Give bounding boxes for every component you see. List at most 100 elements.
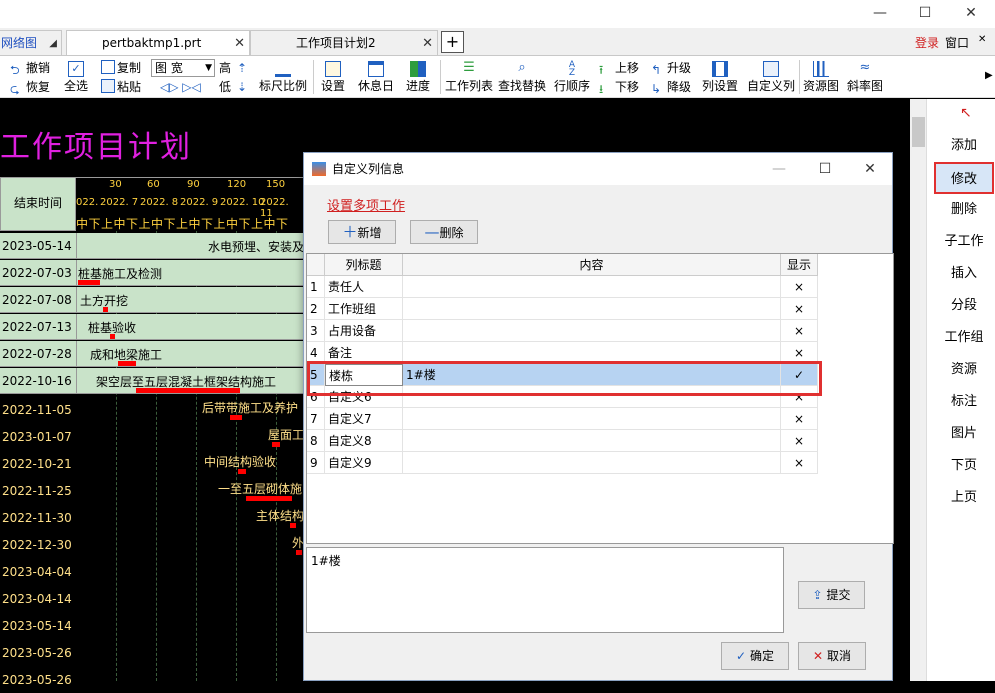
content-edit-area[interactable]: 1#楼 bbox=[306, 547, 784, 633]
vertical-scrollbar[interactable] bbox=[910, 99, 927, 681]
gantt-row[interactable]: 2023-01-07 屋面工 bbox=[0, 424, 304, 450]
gantt-row[interactable]: 2023-05-26 bbox=[0, 667, 304, 693]
row-content-cell[interactable] bbox=[403, 298, 781, 320]
column-settings-button[interactable]: 列设置 bbox=[700, 61, 740, 93]
undo-button[interactable]: ⮌ 撤销 bbox=[10, 60, 50, 77]
tab-file-close-icon[interactable]: ✕ bbox=[234, 31, 245, 56]
row-show-cell[interactable]: × bbox=[781, 276, 818, 298]
dialog-close-button[interactable]: ✕ bbox=[847, 153, 893, 185]
move-up-button[interactable]: ⭱ 上移 bbox=[599, 60, 639, 77]
tab-plan[interactable]: 工作项目计划2 ✕ bbox=[250, 30, 438, 55]
gantt-row[interactable]: 2022-10-21 中间结构验收 bbox=[0, 451, 304, 477]
maximize-button[interactable]: ☐ bbox=[903, 2, 947, 24]
work-list-button[interactable]: ☰ 工作列表 bbox=[444, 61, 494, 94]
login-link[interactable]: 登录 bbox=[915, 34, 939, 51]
end-time-column-header[interactable]: 结束时间 bbox=[0, 177, 76, 231]
row-title-cell[interactable]: 责任人 bbox=[325, 276, 403, 298]
scrollbar-thumb[interactable] bbox=[912, 117, 925, 147]
minimize-button[interactable]: — bbox=[858, 2, 902, 24]
grid-row[interactable]: 9 自定义9 × bbox=[307, 452, 818, 474]
shrink-arrows-icon[interactable]: ◁▷ ▷◁ bbox=[160, 79, 201, 95]
row-content-cell[interactable] bbox=[403, 320, 781, 342]
find-replace-button[interactable]: ⌕ 查找替换 bbox=[497, 61, 547, 94]
new-tab-button[interactable]: + bbox=[441, 31, 464, 53]
gantt-row[interactable]: 2022-07-03 桩基施工及检测 bbox=[0, 260, 304, 286]
ruler-scale-button[interactable]: 标尺比例 bbox=[256, 61, 310, 93]
panel-command-7[interactable]: 工作组 bbox=[934, 322, 994, 354]
grid-row[interactable]: 7 自定义7 × bbox=[307, 408, 818, 430]
gantt-row[interactable]: 2022-07-13 桩基验收 bbox=[0, 314, 304, 340]
custom-column-button[interactable]: 自定义列 bbox=[746, 61, 796, 93]
pointer-arrow-icon[interactable]: ↖ bbox=[960, 105, 972, 121]
panel-command-12[interactable]: 上页 bbox=[934, 482, 994, 514]
tab-plan-close-icon[interactable]: ✕ bbox=[422, 31, 433, 56]
row-content-cell[interactable] bbox=[403, 408, 781, 430]
row-show-cell[interactable]: × bbox=[781, 430, 818, 452]
gantt-row[interactable]: 2023-05-14 水电预埋、安装及 bbox=[0, 233, 304, 259]
row-title-cell[interactable]: 自定义9 bbox=[325, 452, 403, 474]
panel-command-5[interactable]: 插入 bbox=[934, 258, 994, 290]
redo-button[interactable]: ⮎ 恢复 bbox=[10, 79, 50, 96]
gantt-row[interactable]: 2022-11-30 主体结构 bbox=[0, 505, 304, 531]
close-window-button[interactable]: ✕ bbox=[949, 2, 993, 24]
row-order-button[interactable]: A Z 行顺序 bbox=[553, 61, 591, 94]
tab-network-diagram[interactable]: 网络图 ◢ bbox=[0, 30, 62, 55]
row-title-cell[interactable]: 占用设备 bbox=[325, 320, 403, 342]
row-show-cell[interactable]: × bbox=[781, 298, 818, 320]
gantt-row[interactable]: 2022-10-16 架空层至五层混凝土框架结构施工 bbox=[0, 368, 304, 394]
upgrade-button[interactable]: ↰ 升级 bbox=[651, 60, 691, 77]
low-button[interactable]: 低 ⇣ bbox=[219, 79, 247, 95]
progress-button[interactable]: 进度 bbox=[403, 61, 433, 93]
resource-chart-button[interactable]: 资源图 bbox=[802, 61, 840, 93]
gantt-row[interactable]: 2022-11-25 一至五层砌体施 bbox=[0, 478, 304, 504]
row-title-cell[interactable]: 工作班组 bbox=[325, 298, 403, 320]
move-down-button[interactable]: ⭳ 下移 bbox=[599, 79, 639, 96]
paste-button[interactable]: 粘贴 bbox=[101, 79, 141, 95]
row-content-cell[interactable] bbox=[403, 276, 781, 298]
panel-command-1[interactable]: 添加 bbox=[934, 130, 994, 162]
ok-button[interactable]: ✓ 确定 bbox=[721, 642, 789, 670]
panel-command-8[interactable]: 资源 bbox=[934, 354, 994, 386]
window-menu-arrow-icon[interactable]: ✕ bbox=[978, 34, 986, 45]
view-width-select[interactable]: 图 宽 ▼ bbox=[151, 59, 215, 77]
row-content-cell[interactable] bbox=[403, 430, 781, 452]
panel-command-6[interactable]: 分段 bbox=[934, 290, 994, 322]
panel-command-9[interactable]: 标注 bbox=[934, 386, 994, 418]
holiday-button[interactable]: 休息日 bbox=[356, 61, 396, 93]
panel-command-10[interactable]: 图片 bbox=[934, 418, 994, 450]
select-all-button[interactable]: ✓ 全选 bbox=[62, 61, 90, 93]
gantt-row[interactable]: 2022-12-30 外 bbox=[0, 532, 304, 558]
row-title-cell[interactable]: 自定义8 bbox=[325, 430, 403, 452]
gantt-row[interactable]: 2023-04-04 bbox=[0, 559, 304, 585]
dialog-minimize-button[interactable]: — bbox=[756, 153, 802, 185]
panel-command-11[interactable]: 下页 bbox=[934, 450, 994, 482]
grid-row[interactable]: 1 责任人 × bbox=[307, 276, 818, 298]
copy-button[interactable]: 复制 bbox=[101, 60, 141, 76]
row-title-cell[interactable]: 自定义7 bbox=[325, 408, 403, 430]
cancel-button[interactable]: ✕ 取消 bbox=[798, 642, 866, 670]
gantt-row[interactable]: 2022-07-08 土方开挖 bbox=[0, 287, 304, 313]
gantt-row[interactable]: 2023-05-14 bbox=[0, 613, 304, 639]
row-show-cell[interactable]: × bbox=[781, 408, 818, 430]
row-show-cell[interactable]: × bbox=[781, 320, 818, 342]
dialog-maximize-button[interactable]: ☐ bbox=[802, 153, 848, 185]
toolbar-overflow-icon[interactable]: ▶ bbox=[985, 70, 993, 81]
downgrade-button[interactable]: ↳ 降级 bbox=[651, 79, 691, 96]
row-content-cell[interactable] bbox=[403, 452, 781, 474]
submit-button[interactable]: ⇪ 提交 bbox=[798, 581, 865, 609]
set-multiple-works-link[interactable]: 设置多项工作 bbox=[327, 195, 405, 214]
gantt-row[interactable]: 2023-04-14 bbox=[0, 586, 304, 612]
slope-chart-button[interactable]: ≈ 斜率图 bbox=[846, 61, 884, 94]
add-row-button[interactable]: ＋新增 bbox=[328, 220, 396, 244]
row-show-cell[interactable]: × bbox=[781, 452, 818, 474]
tab-file[interactable]: pertbaktmp1.prt ✕ bbox=[66, 30, 250, 55]
grid-row[interactable]: 8 自定义8 × bbox=[307, 430, 818, 452]
gantt-row[interactable]: 2022-07-28 成和地梁施工 bbox=[0, 341, 304, 367]
gantt-row[interactable]: 2023-05-26 bbox=[0, 640, 304, 666]
grid-row[interactable]: 2 工作班组 × bbox=[307, 298, 818, 320]
high-button[interactable]: 高 ⇡ bbox=[219, 60, 247, 76]
panel-command-3[interactable]: 删除 bbox=[934, 194, 994, 226]
delete-row-button[interactable]: —删除 bbox=[410, 220, 478, 244]
grid-row[interactable]: 3 占用设备 × bbox=[307, 320, 818, 342]
panel-command-4[interactable]: 子工作 bbox=[934, 226, 994, 258]
